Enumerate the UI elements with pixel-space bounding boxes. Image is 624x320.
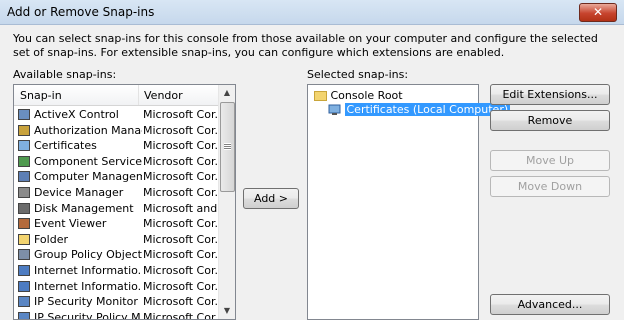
scroll-thumb[interactable] [220, 102, 235, 192]
close-button[interactable]: ✕ [579, 3, 617, 22]
snapin-vendor: Microsoft Cor... [143, 295, 217, 309]
snapin-name: Internet Informatio... [34, 263, 142, 277]
snapin-name: Device Manager [34, 185, 124, 199]
snapin-name: Group Policy Object ... [34, 248, 142, 262]
ip-security-policy-icon [18, 311, 30, 319]
certificates-icon [328, 104, 341, 115]
device-manager-icon [18, 186, 30, 198]
folder-icon [314, 91, 327, 101]
snapin-vendor: Microsoft Cor... [143, 108, 217, 121]
thumb-grip-icon [224, 143, 231, 150]
snapin-rows: ActiveX Control Microsoft Cor... Authoriza… [14, 107, 221, 320]
snapin-vendor: Microsoft Cor... [143, 154, 217, 168]
snapin-vendor: Microsoft Cor... [143, 248, 217, 262]
component-services-icon [18, 155, 30, 167]
snapin-vendor: Microsoft and... [143, 201, 217, 215]
iis-icon [18, 280, 30, 292]
activex-icon [18, 109, 30, 120]
tree-node-label: Certificates (Local Computer) [344, 103, 511, 116]
move-up-button[interactable]: Move Up [490, 150, 610, 171]
tree-node-console-root[interactable]: Console Root [314, 89, 403, 102]
window-title: Add or Remove Snap-ins [7, 5, 155, 19]
tree-node-certificates[interactable]: Certificates (Local Computer) [328, 103, 511, 116]
list-item[interactable]: Authorization ManagerMicrosoft Cor... [14, 123, 221, 139]
column-divider[interactable] [138, 85, 139, 105]
snapin-name: Component Services [34, 154, 142, 168]
list-header: Snap-in Vendor [14, 85, 221, 106]
snapin-name: Internet Informatio... [34, 279, 142, 293]
authorization-manager-icon [18, 124, 30, 136]
advanced-button[interactable]: Advanced... [490, 294, 610, 315]
snapin-name: Computer Managem... [34, 170, 142, 184]
snapin-name: IP Security Policy M... [34, 310, 142, 320]
available-snapins-label: Available snap-ins: [13, 68, 117, 81]
computer-management-icon [18, 171, 30, 183]
column-header-vendor[interactable]: Vendor [144, 89, 183, 102]
description-text: You can select snap-ins for this console… [13, 32, 598, 59]
snapin-name: IP Security Monitor [34, 295, 138, 309]
list-item[interactable]: Certificates Microsoft Cor... [14, 138, 221, 154]
list-item[interactable]: ActiveX Control Microsoft Cor... [14, 107, 221, 123]
snapin-name: Disk Management [34, 201, 134, 215]
snapin-vendor: Microsoft Cor... [143, 123, 217, 137]
remove-button[interactable]: Remove [490, 110, 610, 131]
selected-snapins-tree[interactable]: Console Root Certificates (Local Compute… [307, 84, 511, 320]
scroll-up-arrow-icon[interactable]: ▲ [219, 85, 235, 101]
snapin-vendor: Microsoft Cor... [143, 232, 217, 246]
list-item[interactable]: Computer Managem...Microsoft Cor... [14, 169, 221, 185]
move-down-button[interactable]: Move Down [490, 176, 610, 197]
certificates-icon [18, 140, 30, 152]
snapin-name: ActiveX Control [34, 108, 119, 121]
add-button[interactable]: Add > [243, 188, 299, 209]
list-item[interactable]: Internet Informatio... Microsoft Cor... [14, 279, 221, 295]
iis-icon [18, 264, 30, 276]
snapin-name: Authorization Manager [34, 123, 142, 137]
column-header-snapin[interactable]: Snap-in [20, 89, 62, 102]
scroll-down-arrow-icon[interactable]: ▼ [219, 303, 235, 319]
snapin-name: Folder [34, 232, 68, 246]
list-item[interactable]: Internet Informatio... Microsoft Cor... [14, 263, 221, 279]
list-item[interactable]: Folder Microsoft Cor... [14, 232, 221, 248]
list-item[interactable]: Group Policy Object ...Microsoft Cor... [14, 247, 221, 263]
title-bar: Add or Remove Snap-ins ✕ [0, 0, 624, 25]
snapin-vendor: Microsoft Cor... [143, 263, 217, 277]
selected-snapins-label: Selected snap-ins: [307, 68, 409, 81]
event-viewer-icon [18, 218, 30, 230]
list-item[interactable]: Device Manager Microsoft Cor... [14, 185, 221, 201]
snapin-vendor: Microsoft Cor... [143, 185, 217, 199]
list-item[interactable]: IP Security Monitor Microsoft Cor... [14, 294, 221, 310]
snapin-vendor: Microsoft Cor... [143, 310, 217, 320]
snapin-vendor: Microsoft Cor... [143, 217, 217, 231]
vertical-scrollbar[interactable]: ▲ ▼ [218, 85, 235, 319]
available-snapins-list[interactable]: Snap-in Vendor ActiveX Control Microsoft … [13, 84, 236, 320]
disk-management-icon [18, 202, 30, 214]
snapin-vendor: Microsoft Cor... [143, 139, 217, 153]
snapin-vendor: Microsoft Cor... [143, 170, 217, 184]
ip-security-monitor-icon [18, 296, 30, 308]
list-item[interactable]: IP Security Policy M... Microsoft Cor... [14, 310, 221, 320]
list-item[interactable]: Event Viewer Microsoft Cor... [14, 216, 221, 232]
list-item[interactable]: Disk Management Microsoft and... [14, 201, 221, 217]
list-item[interactable]: Component Services Microsoft Cor... [14, 154, 221, 170]
snapin-name: Event Viewer [34, 217, 107, 231]
snapin-vendor: Microsoft Cor... [143, 279, 217, 293]
edit-extensions-button[interactable]: Edit Extensions... [490, 84, 610, 105]
snapin-name: Certificates [34, 139, 97, 153]
tree-node-label: Console Root [330, 89, 403, 102]
group-policy-icon [18, 249, 30, 261]
folder-icon [18, 233, 30, 245]
